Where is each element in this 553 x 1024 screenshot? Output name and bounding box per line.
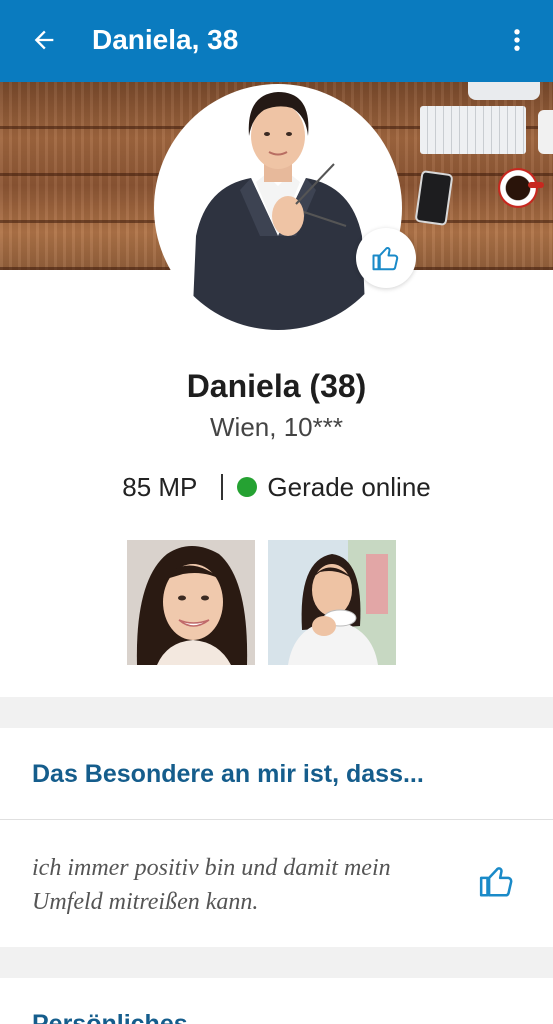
overflow-menu-button[interactable] <box>499 22 535 58</box>
photo-thumbnail[interactable] <box>127 540 255 665</box>
photo-gallery <box>127 540 396 665</box>
section-text: ich immer positiv bin und damit mein Umf… <box>32 855 391 915</box>
section-body-special: ich immer positiv bin und damit mein Umf… <box>0 821 553 947</box>
like-answer-button[interactable] <box>478 862 516 905</box>
more-vertical-icon <box>514 29 520 51</box>
section-heading: Das Besondere an mir ist, dass... <box>32 760 424 788</box>
thumbs-up-icon <box>372 247 399 271</box>
app-bar: Daniela, 38 <box>0 0 553 82</box>
section-spacer <box>0 697 553 728</box>
tablet-decor <box>538 110 553 154</box>
profile-name: Daniela (38) <box>186 368 367 404</box>
profile-location: Wien, 10*** <box>210 412 343 442</box>
section-header-personal: Persönliches <box>0 978 553 1024</box>
points-value: 85 MP <box>122 472 198 502</box>
cup-handle-decor <box>528 182 544 188</box>
online-status-dot <box>237 477 258 497</box>
like-profile-button[interactable] <box>356 228 416 288</box>
thumbs-up-icon <box>479 867 513 897</box>
section-heading: Persönliches <box>32 1010 188 1024</box>
back-button[interactable] <box>26 22 62 58</box>
keyboard-decor <box>420 106 526 154</box>
page-title: Daniela, 38 <box>92 24 239 55</box>
profile-avatar[interactable] <box>156 86 400 330</box>
coffee-cup-decor <box>498 168 538 208</box>
online-status-text: Gerade online <box>267 472 431 502</box>
section-spacer <box>0 947 553 978</box>
phone-decor <box>414 170 454 226</box>
arrow-left-icon <box>34 30 54 50</box>
photo-thumbnail[interactable] <box>268 540 396 665</box>
monitor-stand-decor <box>468 82 540 100</box>
profile-stats: 85 MP Gerade online <box>0 470 553 504</box>
section-header-special: Das Besondere an mir ist, dass... <box>0 728 553 820</box>
stats-divider <box>221 474 224 500</box>
